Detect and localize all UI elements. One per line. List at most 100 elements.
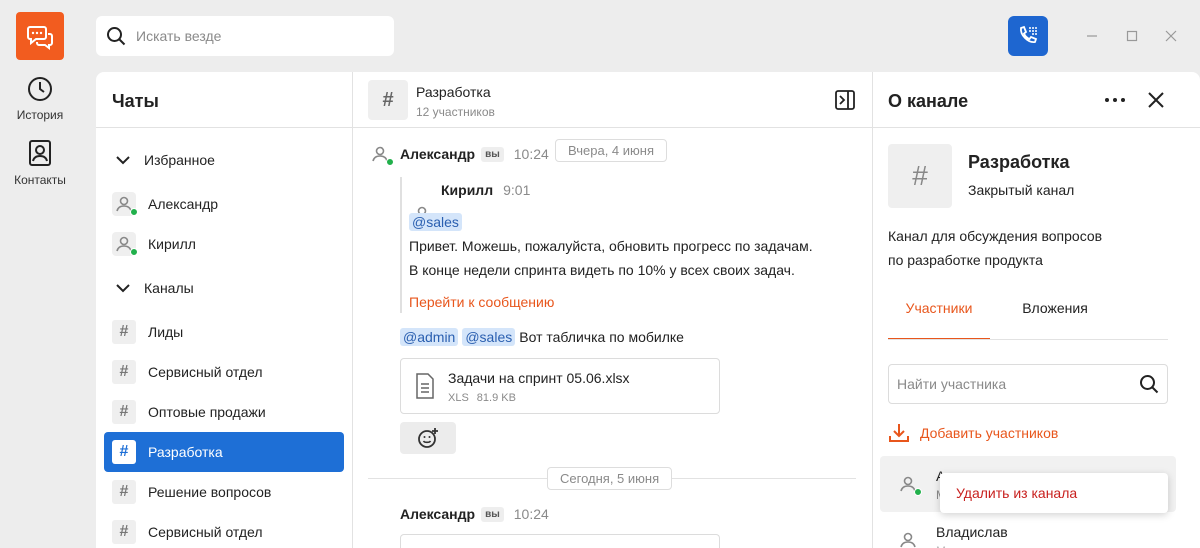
global-search[interactable] <box>96 16 394 56</box>
member-search[interactable] <box>888 364 1168 404</box>
channel-item-service[interactable]: # Сервисный отдел <box>104 352 344 392</box>
online-indicator <box>914 488 922 496</box>
call-button[interactable] <box>1008 16 1048 56</box>
you-badge: вы <box>481 146 504 162</box>
document-icon <box>416 373 434 399</box>
channel-item-label: Сервисный отдел <box>148 524 263 540</box>
quote-author[interactable]: Кирилл <box>441 182 493 198</box>
divider <box>873 127 1200 128</box>
conversation-members-count: 12 участников <box>416 105 495 119</box>
channel-item-wholesale[interactable]: # Оптовые продажи <box>104 392 344 432</box>
channel-item-development[interactable]: # Разработка <box>104 432 344 472</box>
hash-icon: # <box>112 360 136 384</box>
search-icon <box>107 27 126 46</box>
channel-item-label: Лиды <box>148 324 184 340</box>
member-name: Владислав <box>936 524 1008 540</box>
mention-tag[interactable]: @sales <box>462 328 516 346</box>
hash-icon: # <box>112 400 136 424</box>
chat-item-alexander[interactable]: Александр <box>104 184 344 224</box>
tab-members[interactable]: Участники <box>888 288 990 340</box>
add-members-button[interactable]: Добавить участников <box>888 422 1058 444</box>
online-indicator <box>130 208 138 216</box>
close-window-button[interactable] <box>1163 28 1179 44</box>
message-attachment[interactable] <box>400 534 720 548</box>
tab-attachments[interactable]: Вложения <box>990 288 1120 340</box>
favorites-label: Избранное <box>144 152 215 168</box>
message-author[interactable]: Александр <box>400 506 475 522</box>
message-header: Александр вы 10:24 <box>400 146 549 162</box>
context-menu-label: Удалить из канала <box>956 485 1078 501</box>
message-time: 10:24 <box>513 506 549 522</box>
close-panel-button[interactable] <box>1148 92 1164 108</box>
quote-text-line-1: Привет. Можешь, пожалуйста, обновить про… <box>409 238 813 254</box>
channel-name: Разработка <box>968 152 1070 172</box>
date-separator: Вчера, 4 июня <box>555 139 667 162</box>
online-indicator <box>386 158 394 166</box>
quote-bar <box>400 177 402 313</box>
member-row[interactable]: Владислав М <box>880 516 1176 548</box>
rail-history[interactable]: История <box>0 76 80 122</box>
file-attachment[interactable]: Задачи на спринт 05.06.xlsx XLS 81.9 KB <box>400 358 720 414</box>
channel-item-issues[interactable]: # Решение вопросов <box>104 472 344 512</box>
date-separator: Сегодня, 5 июня <box>547 467 673 490</box>
favorites-section[interactable]: Избранное <box>104 140 344 180</box>
channel-item-leads[interactable]: # Лиды <box>104 312 344 352</box>
chats-title: Чаты <box>112 91 159 111</box>
avatar <box>896 472 922 496</box>
go-to-message-link[interactable]: Перейти к сообщению <box>409 294 554 310</box>
channel-hash-icon: # <box>368 80 408 120</box>
message-text: Вот табличка по мобилке <box>519 329 684 345</box>
more-options-button[interactable] <box>1105 98 1125 102</box>
minimize-button[interactable] <box>1084 28 1100 44</box>
mention-tag[interactable]: @admin <box>400 328 459 346</box>
emoji-add-icon <box>418 428 438 448</box>
hash-icon: # <box>112 320 136 344</box>
toggle-info-panel-button[interactable] <box>835 90 855 110</box>
channels-section[interactable]: Каналы <box>104 268 344 308</box>
quote-text-line-2: В конце недели спринта видеть по 10% у в… <box>409 262 795 278</box>
mention-tag[interactable]: @sales <box>409 213 462 231</box>
rail-contacts-label: Контакты <box>14 173 66 187</box>
avatar <box>368 142 394 166</box>
remove-from-channel-menu-item[interactable]: Удалить из канала <box>940 473 1168 513</box>
app-logo[interactable] <box>16 12 64 60</box>
conversation-panel: # Разработка 12 участников Александр вы … <box>353 72 872 548</box>
chevron-down-icon <box>116 156 130 165</box>
quote-header: Кирилл 9:01 <box>441 182 530 198</box>
contacts-icon <box>29 140 51 166</box>
message-author[interactable]: Александр <box>400 146 475 162</box>
search-icon <box>1140 375 1159 394</box>
hash-icon: # <box>112 520 136 544</box>
member-search-input[interactable] <box>897 376 1127 392</box>
add-reaction-button[interactable] <box>400 422 456 454</box>
avatar <box>896 528 920 548</box>
message-body: @admin @sales Вот табличка по мобилке <box>400 328 684 346</box>
channel-item-label: Разработка <box>148 444 223 460</box>
chats-panel: Чаты Избранное Александр Кирилл Каналы #… <box>96 72 352 548</box>
chat-item-label: Александр <box>148 196 219 212</box>
panel-collapse-icon <box>835 90 855 110</box>
you-badge: вы <box>481 506 504 522</box>
global-search-input[interactable] <box>136 28 376 44</box>
maximize-button[interactable] <box>1124 28 1140 44</box>
download-add-icon <box>889 424 909 442</box>
clock-icon <box>28 77 52 101</box>
rail-contacts[interactable]: Контакты <box>0 139 80 187</box>
chat-item-kirill[interactable]: Кирилл <box>104 224 344 264</box>
phone-dialpad-icon <box>1020 25 1038 43</box>
channel-description-line-2: по разработке продукта <box>888 252 1043 268</box>
chat-bubbles-icon <box>27 26 53 50</box>
tab-members-label: Участники <box>905 300 973 316</box>
channel-item-label: Решение вопросов <box>148 484 272 500</box>
rail-history-label: История <box>16 108 64 122</box>
message-time: 10:24 <box>513 146 549 162</box>
close-icon <box>1165 30 1177 42</box>
quote-time: 9:01 <box>503 182 531 198</box>
add-members-label: Добавить участников <box>920 425 1059 441</box>
channel-item-label: Оптовые продажи <box>148 404 266 420</box>
maximize-icon <box>1126 30 1138 42</box>
channel-item-service-2[interactable]: # Сервисный отдел <box>104 512 344 548</box>
chat-item-label: Кирилл <box>148 236 196 252</box>
hash-icon: # <box>112 480 136 504</box>
online-indicator <box>130 248 138 256</box>
